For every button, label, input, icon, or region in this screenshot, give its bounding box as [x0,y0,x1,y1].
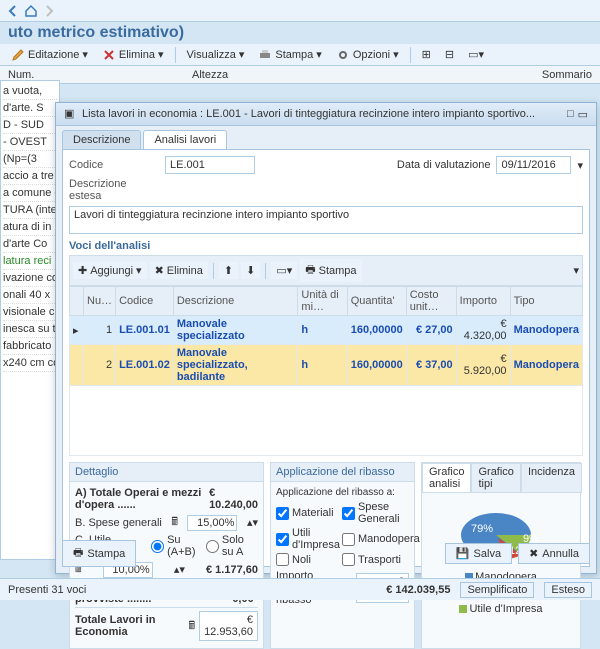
list-item[interactable]: atura di in [3,219,57,236]
chevron-down-icon[interactable]: ▾ [577,159,583,172]
tab-analisi[interactable]: Analisi lavori [143,130,227,149]
list-item[interactable]: D - SUD [3,117,57,134]
svg-text:79%: 79% [471,523,493,535]
page-title: uto metrico estimativo) [0,22,600,44]
table-row[interactable]: ▸1 LE.001.01 Manovale specializzato h 16… [70,316,583,345]
view-button[interactable]: Visualizza ▾ [182,46,250,63]
voci-title: Voci dell'analisi [69,240,583,252]
list-item[interactable]: visionale c [3,304,57,321]
left-tree: a vuota, d'arte. S D - SUD - OVEST (Np=(… [0,80,60,560]
list-item[interactable]: - OVEST [3,134,57,151]
x-icon [102,48,116,62]
data-label: Data di valutazione [397,159,491,171]
expand-icon[interactable]: ⊞ [417,46,436,63]
forward-icon[interactable] [42,4,56,18]
add-button[interactable]: ✚ Aggiungi ▾ [73,262,147,279]
list-item[interactable]: ivazione co [3,270,57,287]
chk-spese[interactable] [342,507,355,520]
printer-icon [258,48,272,62]
pencil-icon [11,48,25,62]
list-item[interactable]: onali 40 x [3,287,57,304]
collapse-icon[interactable]: ⊟ [440,46,459,63]
print-button[interactable]: Stampa ▾ [253,46,326,64]
tab-incidenza[interactable]: Incidenza [521,463,582,493]
list-item[interactable]: d'arte Co [3,236,57,253]
list-item[interactable]: d'arte. S [3,100,57,117]
codice-label: Codice [69,159,159,171]
print2-button[interactable]: 🖶 Stampa [300,259,361,282]
back-icon[interactable] [6,4,20,18]
dialog-titlebar: ▣ Lista lavori in economia : LE.001 - La… [56,103,596,126]
voci-toolbar: ✚ Aggiungi ▾ ✖ Elimina ⬆ ⬇ ▭▾ 🖶 Stampa ▾ [69,255,583,286]
descest-text[interactable]: Lavori di tinteggiatura recinzione inter… [69,206,583,234]
chevron-down-icon[interactable]: ▾ [573,264,579,277]
salva-button[interactable]: 💾 Salva [445,543,512,564]
options-button[interactable]: Opzioni ▾ [331,46,404,64]
annulla-button[interactable]: ✖ Annulla [518,543,590,564]
list-item[interactable]: a vuota, [3,83,57,100]
layout2-icon[interactable]: ▭▾ [271,262,297,279]
descest-label: Descrizione estesa [69,178,159,202]
home-icon[interactable] [24,4,38,18]
list-item[interactable]: accio a tre [3,168,57,185]
main-toolbar: Editazione ▾ Elimina ▾ Visualizza ▾ Stam… [0,44,600,66]
list-item[interactable]: latura reci [3,253,57,270]
list-item[interactable]: x240 cm co [3,355,57,372]
spese-input[interactable] [187,515,237,531]
voci-grid[interactable]: Nu…CodiceDescrizione Unità di mi…Quantit… [69,286,583,386]
layout-icon[interactable]: ▭▾ [463,46,489,63]
up-icon[interactable]: ⬆ [219,262,238,279]
list-item[interactable]: TURA (inte [3,202,57,219]
list-item[interactable]: a comune c [3,185,57,202]
delete-button[interactable]: Elimina ▾ [97,46,169,64]
window-icon: ▣ [64,107,78,121]
dialog-body: Codice Data di valutazione ▾ Descrizione… [62,149,590,567]
list-item[interactable]: inesca su t [3,321,57,338]
dialog-lista-lavori: ▣ Lista lavori in economia : LE.001 - La… [55,102,597,574]
statusbar: Presenti 31 voci € 142.039,55 Semplifica… [0,578,600,600]
nav-toolbar [0,0,600,22]
data-input[interactable] [496,156,571,174]
down-icon[interactable]: ⬇ [241,262,260,279]
list-item[interactable]: fabbricato [3,338,57,355]
status-count: Presenti 31 voci [8,584,86,596]
grid-header-back: Num. Altezza Sommario [0,66,600,84]
stampa-button[interactable]: 🖶 Stampa [62,540,136,567]
dialog-tabs: Descrizione Analisi lavori [56,126,596,149]
table-row[interactable]: 2 LE.001.02 Manovale specializzato, badi… [70,345,583,386]
semplificato-button[interactable]: Semplificato [460,582,534,598]
codice-input[interactable] [165,156,255,174]
tab-descrizione[interactable]: Descrizione [62,130,141,149]
maximize-icon[interactable]: □ [567,108,574,120]
chk-materiali[interactable] [276,507,289,520]
close-icon[interactable]: ▭ [578,108,588,121]
delete-row-button[interactable]: ✖ Elimina [150,262,208,279]
list-item[interactable]: (Np=(3 [3,151,57,168]
dialog-footer: 🖶 Stampa 💾 Salva ✖ Annulla [62,540,590,567]
status-total: € 142.039,55 [386,584,450,596]
tab-grafico-tipi[interactable]: Grafico tipi [471,463,520,493]
esteso-button[interactable]: Esteso [544,582,592,598]
tab-grafico-analisi[interactable]: Grafico analisi [422,463,471,493]
edit-button[interactable]: Editazione ▾ [6,46,93,64]
gear-icon [336,48,350,62]
